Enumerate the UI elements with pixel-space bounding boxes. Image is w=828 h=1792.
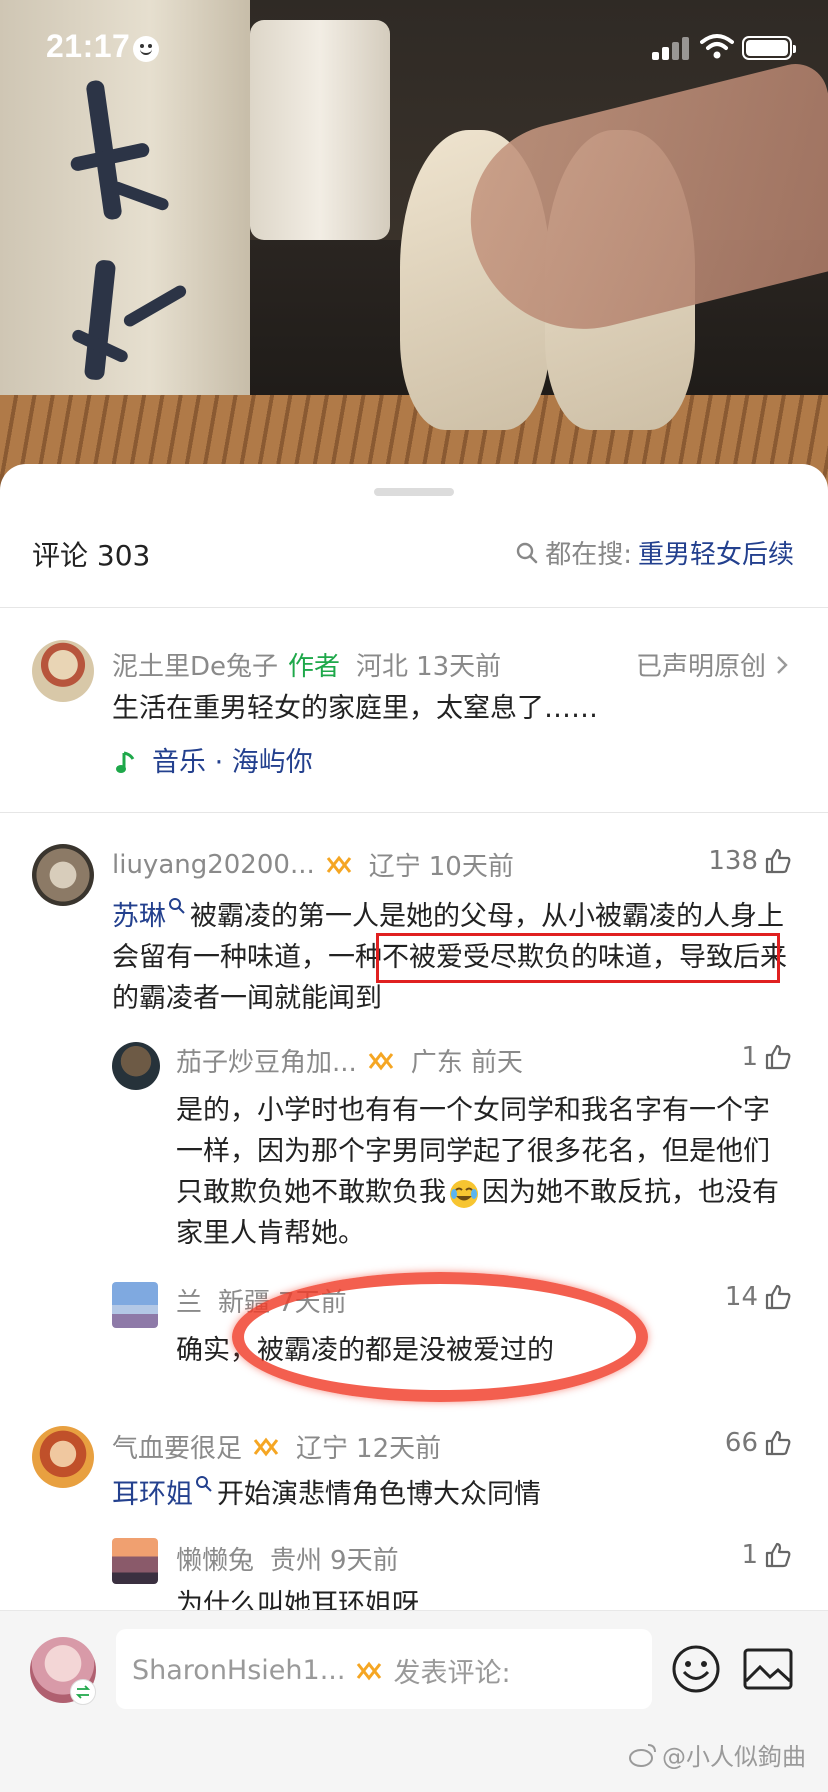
music-link[interactable]: 音乐 · 海屿你 — [116, 742, 313, 783]
wifi-icon — [700, 34, 734, 59]
comment-location: 辽宁 — [296, 1434, 349, 1464]
commenter-avatar[interactable] — [32, 1426, 94, 1488]
post-text: 生活在重男轻女的家庭里，太窒息了…… — [112, 693, 598, 724]
comment-count: 评论 303 — [32, 539, 151, 572]
like-count: 14 — [724, 1282, 758, 1312]
commenter-avatar[interactable] — [32, 844, 94, 906]
post-username[interactable]: 泥土里De兔子 — [112, 646, 278, 683]
weibo-icon — [629, 1743, 656, 1767]
post-author-avatar[interactable] — [32, 640, 94, 702]
like-count: 1 — [741, 1540, 758, 1570]
thumbs-up-icon — [765, 1044, 791, 1070]
divider — [0, 812, 828, 813]
post-location: 河北 — [356, 652, 409, 682]
reply-text: 是的，小学时也有有一个女同学和我名字有一个字一样，因为那个字男同学起了很多花名，… — [176, 1090, 786, 1254]
search-icon — [196, 1476, 212, 1492]
emoji-icon[interactable] — [670, 1643, 722, 1695]
like-button[interactable]: 14 — [725, 1282, 792, 1312]
like-button[interactable]: 66 — [725, 1428, 792, 1458]
battery-icon — [742, 36, 796, 60]
trending-search[interactable]: 都在搜: 重男轻女后续 — [515, 534, 794, 571]
comment-username[interactable]: 气血要很足 — [112, 1428, 242, 1465]
reply-meta: 茄子炒豆角加... 广东 前天 — [176, 1042, 523, 1079]
highlight-circle — [232, 1272, 648, 1402]
reply-avatar[interactable] — [112, 1538, 158, 1584]
reply-location: 广东 — [410, 1048, 463, 1078]
laughing-crying-emoji-icon — [450, 1179, 478, 1208]
music-note-icon — [116, 751, 135, 773]
comment-text: 耳环姐 开始演悲情角色博大众同情 — [112, 1474, 802, 1515]
comment-meta: liuyang20200... 辽宁 10天前 — [112, 846, 514, 883]
mention-link[interactable]: 耳环姐 — [112, 1479, 193, 1510]
reply-time: 前天 — [470, 1048, 523, 1078]
comment-time: 10天前 — [428, 852, 514, 882]
comment-input[interactable]: SharonHsieh1... 发表评论: — [116, 1629, 652, 1709]
comment-text-part: 开始演悲情角色博大众同情 — [217, 1479, 541, 1510]
input-placeholder: 发表评论: — [393, 1658, 511, 1689]
like-button[interactable]: 138 — [708, 846, 792, 876]
post-time: 13天前 — [416, 652, 502, 682]
like-count: 1 — [741, 1042, 758, 1072]
mention-link[interactable]: 苏琳 — [112, 901, 166, 932]
highlight-box — [376, 933, 780, 983]
verified-icon — [357, 1661, 382, 1680]
thumbs-up-icon — [765, 848, 791, 874]
sheet-header: 评论 303 都在搜: 重男轻女后续 — [0, 534, 828, 608]
status-time: 21:17 — [46, 28, 131, 64]
like-count: 138 — [708, 846, 758, 876]
image-icon[interactable] — [742, 1645, 794, 1693]
search-keyword-link[interactable]: 重男轻女后续 — [638, 534, 794, 571]
post-meta: 泥土里De兔子 作者 河北 13天前 — [112, 646, 501, 683]
search-icon — [517, 542, 538, 563]
verified-icon — [326, 855, 351, 874]
switch-account-icon[interactable] — [70, 1679, 96, 1705]
reply-avatar[interactable] — [112, 1282, 158, 1328]
like-count: 66 — [724, 1428, 758, 1458]
search-icon — [169, 898, 185, 914]
reply-username[interactable]: 兰 — [176, 1282, 202, 1319]
reply-username[interactable]: 茄子炒豆角加... — [176, 1042, 357, 1079]
input-username: SharonHsieh1... — [132, 1655, 346, 1686]
reply-location: 贵州 — [270, 1546, 323, 1576]
author-tag: 作者 — [288, 652, 341, 682]
chevron-right-icon — [777, 655, 788, 674]
search-prefix: 都在搜: — [545, 540, 632, 570]
like-button[interactable]: 1 — [741, 1540, 792, 1570]
originality-link[interactable]: 已声明原创 — [636, 646, 792, 683]
comment-input-placeholder: SharonHsieh1... 发表评论: — [132, 1651, 511, 1690]
watermark: @小人似鉤曲 — [628, 1737, 806, 1772]
verified-icon — [253, 1437, 279, 1456]
comment-location: 辽宁 — [368, 852, 421, 882]
face-icon — [133, 36, 159, 62]
comment-meta: 气血要很足 辽宁 12天前 — [112, 1428, 441, 1465]
comment-time: 12天前 — [356, 1434, 442, 1464]
thumbs-up-icon — [765, 1284, 791, 1310]
thumbs-up-icon — [765, 1430, 791, 1456]
reply-username[interactable]: 懒懒兔 — [176, 1540, 254, 1577]
sheet-handle[interactable] — [374, 488, 454, 496]
divider — [0, 607, 828, 608]
reply-time: 9天前 — [330, 1546, 399, 1576]
comment-username[interactable]: liuyang20200... — [112, 850, 315, 880]
signal-icon — [652, 36, 692, 60]
music-label: 音乐 · 海屿你 — [152, 747, 313, 778]
like-button[interactable]: 1 — [741, 1042, 792, 1072]
thumbs-up-icon — [765, 1542, 791, 1568]
comment-input-bar: SharonHsieh1... 发表评论: @小人似鉤曲 — [0, 1610, 828, 1792]
reply-avatar[interactable] — [112, 1042, 160, 1090]
watermark-text: @小人似鉤曲 — [662, 1743, 806, 1771]
comment-sheet: 评论 303 都在搜: 重男轻女后续 泥土里De兔子 作者 河北 13天前 已声… — [0, 464, 828, 1792]
originality-label: 已声明原创 — [635, 652, 766, 682]
status-bar: 21:17 — [0, 0, 828, 100]
reply-meta: 懒懒兔 贵州 9天前 — [176, 1540, 399, 1577]
verified-icon — [368, 1051, 393, 1070]
